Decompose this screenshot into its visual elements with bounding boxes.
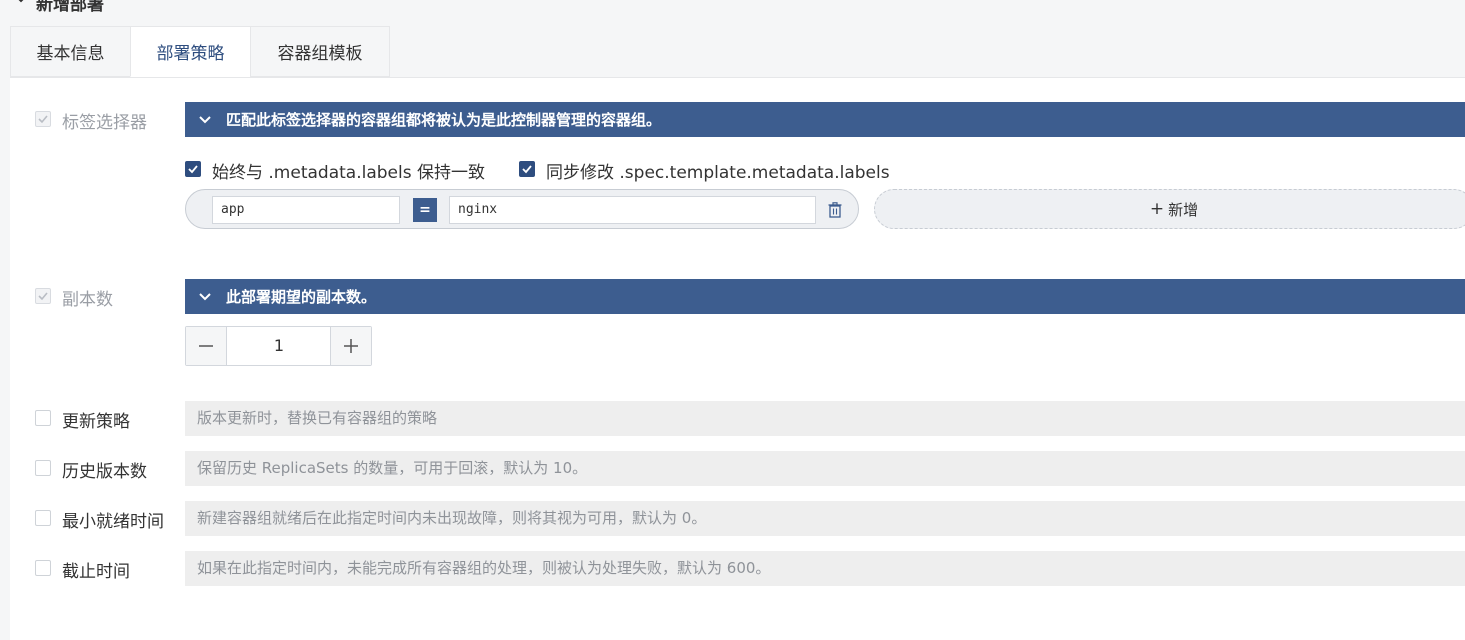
min-ready-checkbox[interactable] xyxy=(35,510,51,526)
selector-header-text: 匹配此标签选择器的容器组都将被认为是此控制器管理的容器组。 xyxy=(226,111,662,129)
sync-template-label[interactable]: 同步修改 .spec.template.metadata.labels xyxy=(546,158,890,183)
revision-history-desc: 保留历史 ReplicaSets 的数量，可用于回滚，默认为 10。 xyxy=(185,451,1465,486)
operator-badge: = xyxy=(413,198,437,222)
selector-checkbox xyxy=(35,111,51,127)
replicas-stepper: 1 xyxy=(185,326,372,366)
deadline-desc: 如果在此指定时间内，未能完成所有容器组的处理，则被认为处理失败，默认为 600。 xyxy=(185,551,1465,586)
label-key-input[interactable]: app xyxy=(212,196,400,224)
update-strategy-desc: 版本更新时，替换已有容器组的策略 xyxy=(185,401,1465,436)
min-ready-label[interactable]: 最小就绪时间 xyxy=(62,507,164,532)
update-strategy-label[interactable]: 更新策略 xyxy=(62,407,130,432)
chevron-down-icon xyxy=(199,292,211,300)
replicas-header[interactable]: 此部署期望的副本数。 xyxy=(185,279,1465,314)
plus-icon xyxy=(344,339,358,353)
label-value-input[interactable]: nginx xyxy=(449,196,816,224)
tab-deploy-strategy[interactable]: 部署策略 xyxy=(130,26,251,77)
sync-template-checkbox[interactable] xyxy=(519,161,535,177)
revision-history-label[interactable]: 历史版本数 xyxy=(62,457,147,482)
trash-icon[interactable] xyxy=(828,202,842,218)
replicas-header-text: 此部署期望的副本数。 xyxy=(226,288,377,306)
chevron-down-icon xyxy=(199,115,211,123)
tab-bar: 基本信息 部署策略 容器组模板 xyxy=(10,26,1465,77)
chevron-down-icon[interactable] xyxy=(14,0,28,6)
label-pair-row: app = nginx xyxy=(185,189,859,229)
sync-labels-label[interactable]: 始终与 .metadata.labels 保持一致 xyxy=(212,158,485,183)
tab-basic-info[interactable]: 基本信息 xyxy=(10,26,131,77)
replicas-value-input[interactable]: 1 xyxy=(227,327,331,365)
check-icon xyxy=(38,292,48,301)
revision-history-checkbox[interactable] xyxy=(35,460,51,476)
add-label-text: 新增 xyxy=(1168,200,1199,219)
selector-label: 标签选择器 xyxy=(62,113,147,133)
decrement-button[interactable] xyxy=(186,327,227,365)
add-label-button[interactable]: + 新增 xyxy=(874,189,1465,229)
replicas-label: 副本数 xyxy=(62,290,113,310)
increment-button[interactable] xyxy=(330,327,371,365)
check-icon xyxy=(522,165,532,174)
tab-pod-template[interactable]: 容器组模板 xyxy=(250,26,390,77)
section-title: 新增部署 xyxy=(36,0,104,15)
deadline-label[interactable]: 截止时间 xyxy=(62,557,130,582)
check-icon xyxy=(38,115,48,124)
update-strategy-checkbox[interactable] xyxy=(35,410,51,426)
min-ready-desc: 新建容器组就绪后在此指定时间内未出现故障，则将其视为可用，默认为 0。 xyxy=(185,501,1465,536)
selector-header[interactable]: 匹配此标签选择器的容器组都将被认为是此控制器管理的容器组。 xyxy=(185,102,1465,137)
section-header: 新增部署 xyxy=(0,0,1465,26)
check-icon xyxy=(188,165,198,174)
sync-labels-checkbox[interactable] xyxy=(185,161,201,177)
replicas-checkbox xyxy=(35,288,51,304)
deadline-checkbox[interactable] xyxy=(35,560,51,576)
minus-icon xyxy=(199,345,213,347)
plus-icon: + xyxy=(1149,199,1165,219)
